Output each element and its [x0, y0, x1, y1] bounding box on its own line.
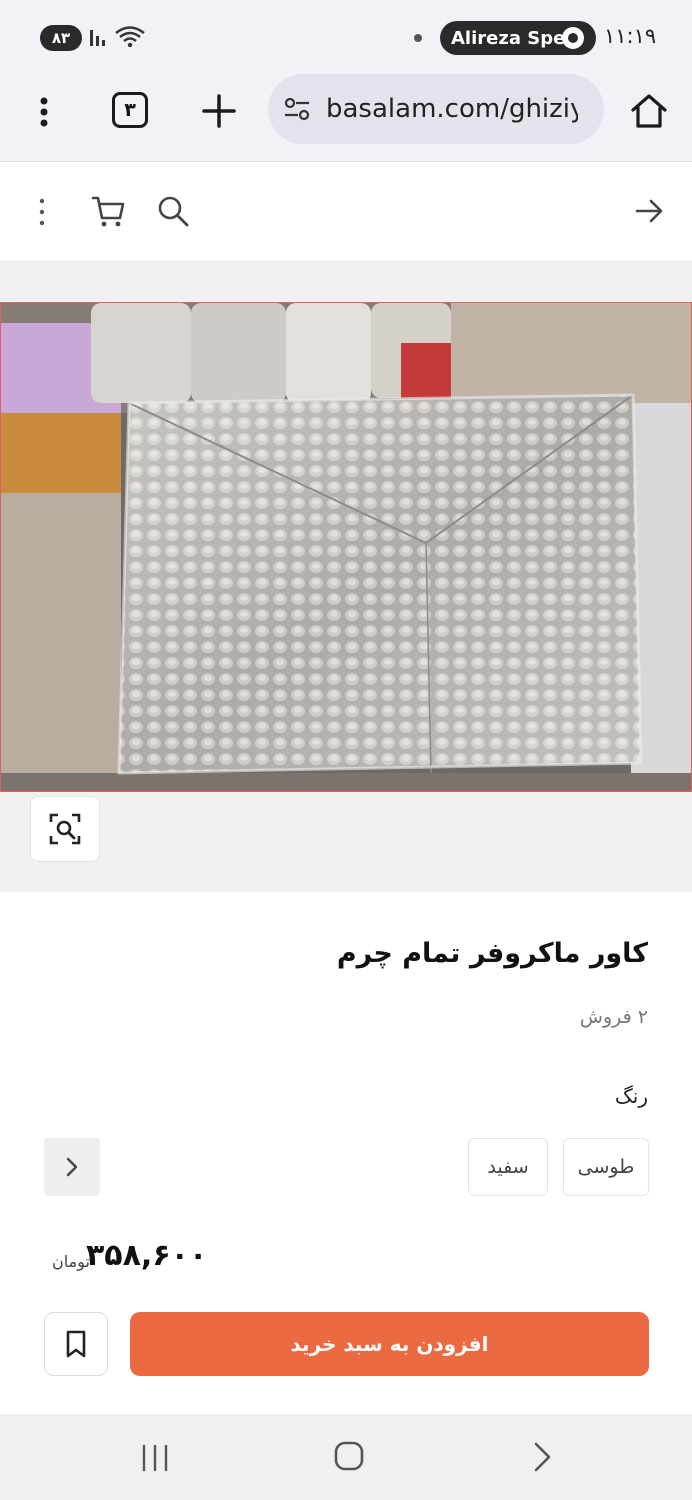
tune-icon[interactable] — [282, 94, 312, 124]
browser-toolbar: ۳ basalam.com/ghiziy — [0, 74, 692, 162]
signal-icon — [90, 30, 105, 46]
home-icon[interactable] — [628, 90, 670, 132]
product-title: کاور ماکروفر تمام چرم — [336, 938, 648, 969]
bookmark-icon — [66, 1330, 86, 1358]
color-option-white[interactable]: سفید — [468, 1138, 548, 1196]
address-bar[interactable]: basalam.com/ghiziy — [268, 74, 604, 144]
product-gallery — [0, 262, 692, 892]
more-vert-icon[interactable] — [32, 196, 52, 228]
chevron-right-icon — [66, 1157, 78, 1177]
currency-label: تومان — [52, 1252, 90, 1271]
home-nav-icon[interactable] — [333, 1440, 365, 1472]
recents-icon[interactable] — [140, 1442, 170, 1474]
screen-recording-pill[interactable]: Alireza Spe — [440, 21, 596, 55]
more-vert-icon[interactable] — [30, 94, 58, 130]
wifi-icon — [115, 26, 145, 48]
cart-icon[interactable] — [90, 192, 128, 230]
options-next-button[interactable] — [44, 1138, 100, 1196]
tab-switcher-button[interactable]: ۳ — [112, 92, 148, 128]
bookmark-button[interactable] — [44, 1312, 108, 1376]
add-to-cart-button[interactable]: افزودن به سبد خرید — [130, 1312, 649, 1376]
lens-icon — [49, 813, 81, 845]
app-header — [0, 162, 692, 262]
image-search-button[interactable] — [30, 796, 100, 862]
status-bar: ۸۳ Alireza Spe ۱۱:۱۹ — [0, 0, 692, 74]
url-text: basalam.com/ghiziy — [326, 94, 578, 124]
system-nav-bar — [0, 1414, 692, 1500]
plus-icon[interactable] — [198, 90, 240, 132]
arrow-right-icon[interactable] — [632, 194, 666, 228]
sold-count: ۲ فروش — [579, 1006, 648, 1028]
battery-indicator: ۸۳ — [40, 25, 82, 51]
back-nav-icon[interactable] — [528, 1440, 556, 1474]
product-photo-illustration — [1, 303, 691, 791]
search-icon[interactable] — [154, 192, 192, 230]
product-info: کاور ماکروفر تمام چرم ۲ فروش رنگ طوسی سف… — [0, 892, 692, 1414]
clock: ۱۱:۱۹ — [604, 24, 657, 48]
recording-label: Alireza Spe — [451, 27, 566, 49]
color-option-gray[interactable]: طوسی — [563, 1138, 649, 1196]
notification-dot — [414, 34, 422, 42]
record-icon — [562, 27, 584, 49]
price-value: ۳۵۸,۶۰۰ — [86, 1238, 208, 1273]
product-image[interactable] — [0, 302, 692, 792]
color-label: رنگ — [614, 1084, 648, 1108]
